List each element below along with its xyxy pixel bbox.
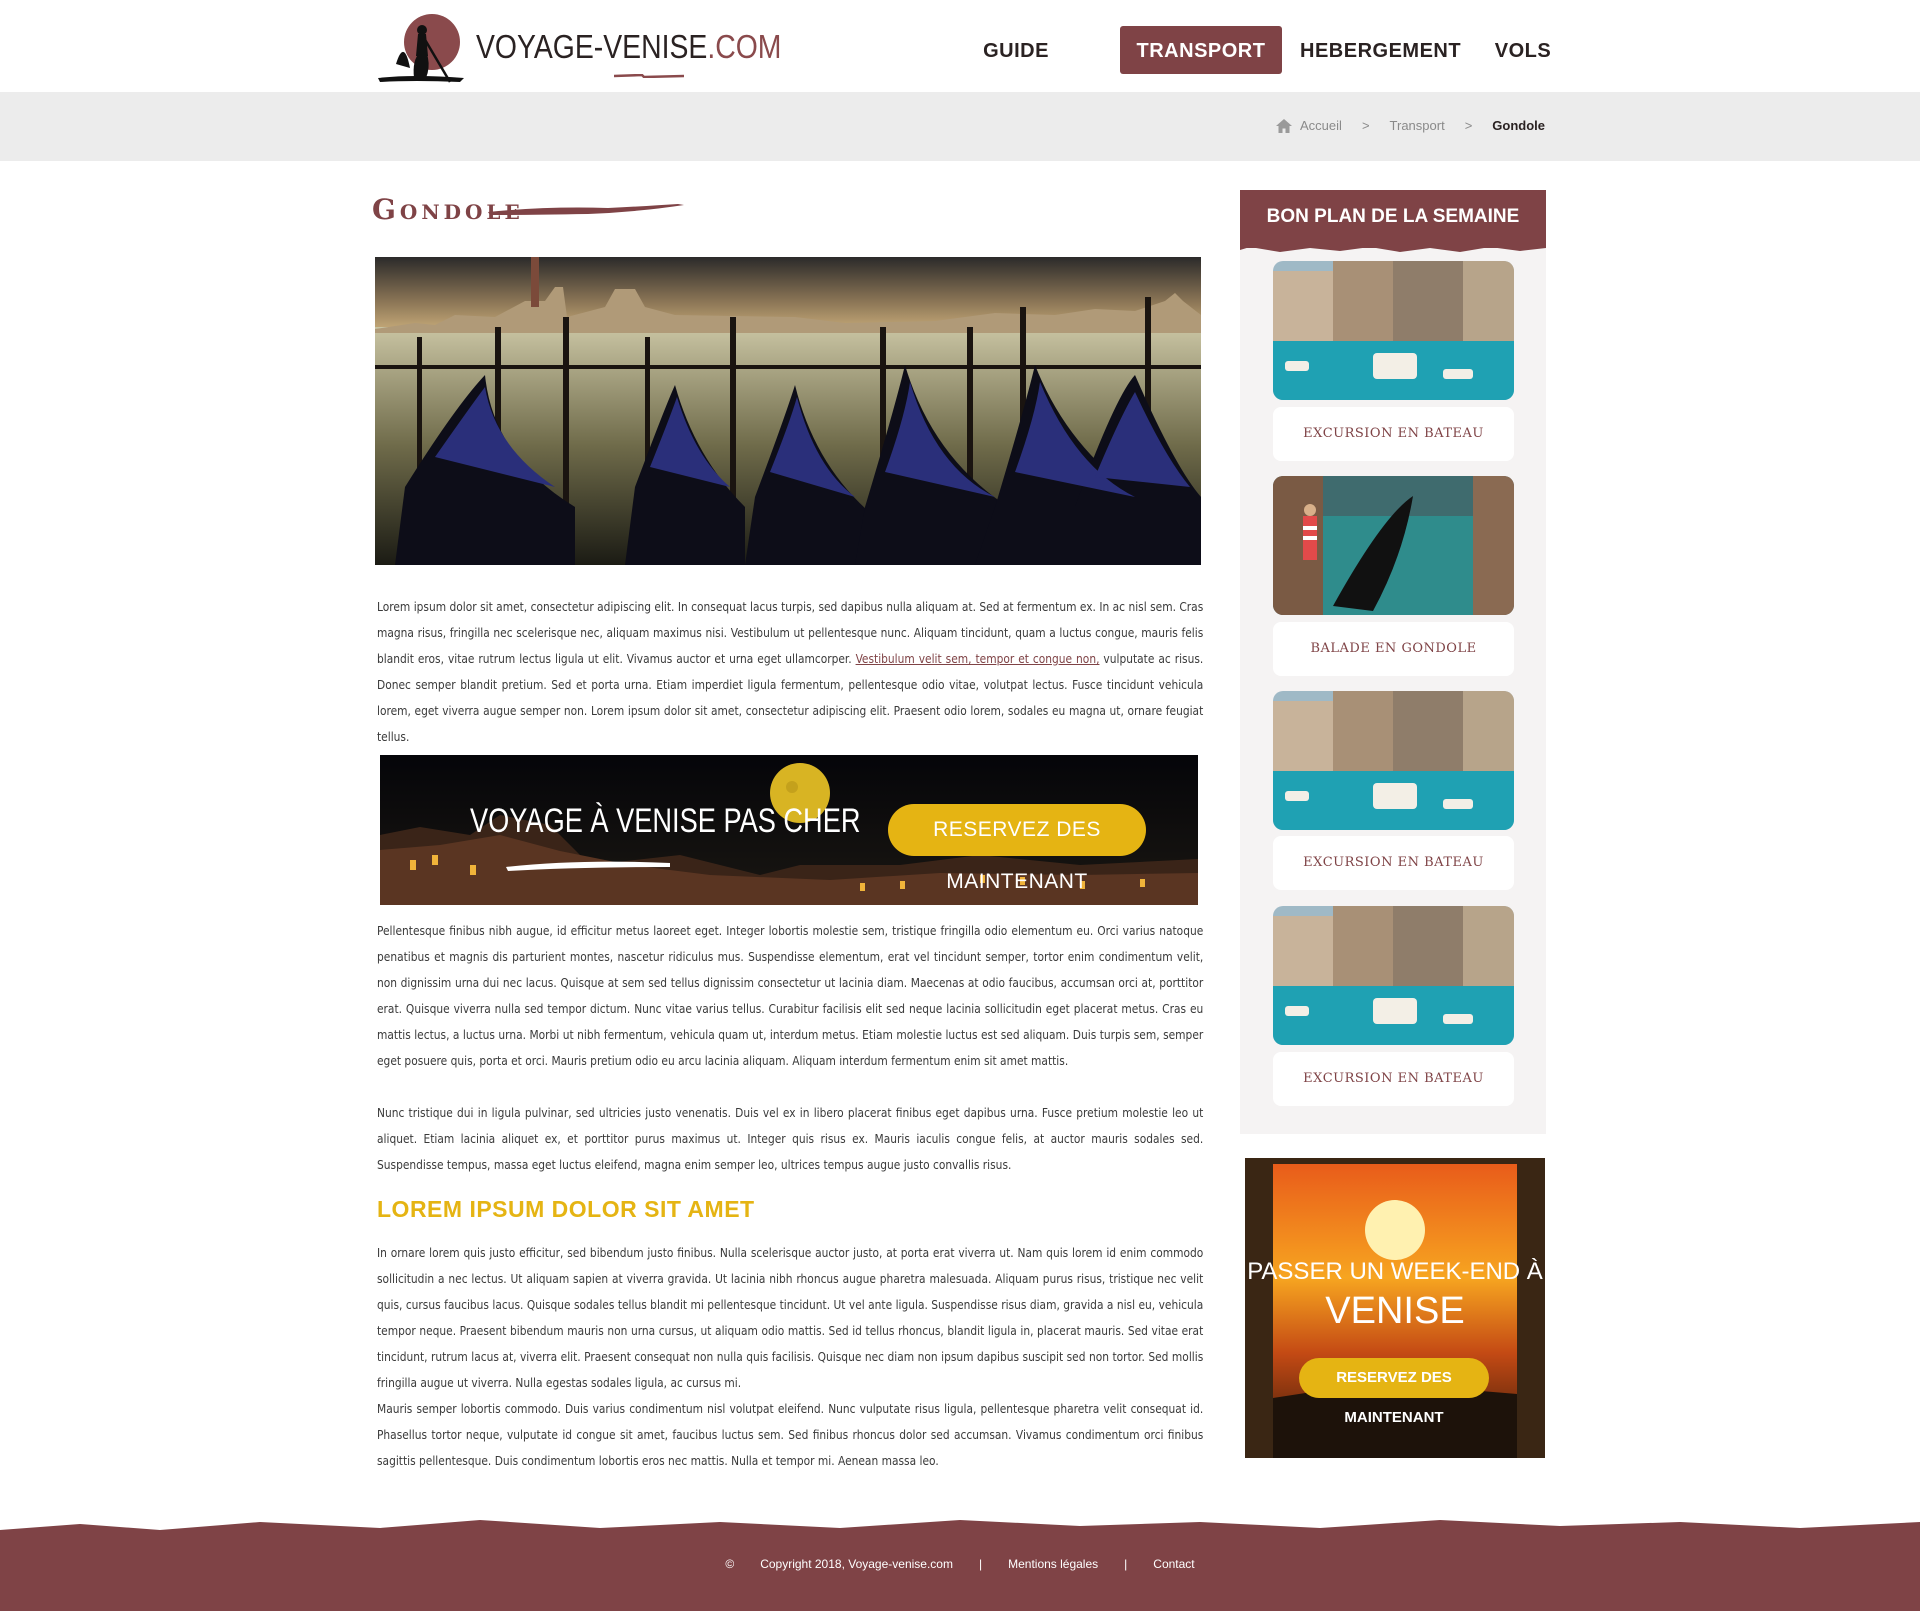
footer-link-contact[interactable]: Contact bbox=[1153, 1557, 1194, 1571]
breadcrumb-separator: > bbox=[1361, 118, 1370, 133]
deal-card-image[interactable] bbox=[1273, 906, 1514, 1045]
deal-card-image[interactable] bbox=[1273, 691, 1514, 830]
hero-image-gondolas bbox=[375, 257, 1201, 565]
deal-card-image[interactable] bbox=[1273, 476, 1514, 615]
deal-card-image[interactable] bbox=[1273, 261, 1514, 400]
breadcrumb: Accueil > Transport > Gondole bbox=[1276, 118, 1545, 133]
copyright-icon: © bbox=[725, 1557, 735, 1571]
home-icon bbox=[1276, 118, 1293, 133]
breadcrumb-home-label: Accueil bbox=[1300, 118, 1342, 133]
copyright-text: Copyright 2018, Voyage-venise.com bbox=[760, 1557, 953, 1571]
footer-separator: | bbox=[1124, 1557, 1128, 1571]
breadcrumb-bar: Accueil > Transport > Gondole bbox=[0, 92, 1920, 161]
footer-links: © Copyright 2018, Voyage-venise.com | Me… bbox=[0, 1557, 1920, 1571]
weekend-line-1: PASSER UN WEEK-END À bbox=[1247, 1258, 1543, 1285]
torn-edge-decoration bbox=[1240, 244, 1546, 252]
inline-link[interactable]: Vestibulum velit sem, tempor et congue n… bbox=[856, 651, 1100, 666]
body-paragraph-3: Nunc tristique dui in ligula pulvinar, s… bbox=[377, 1105, 1204, 1172]
weekend-line-2: VENISE bbox=[1325, 1290, 1465, 1332]
nav-item-transport[interactable]: TRANSPORT bbox=[1120, 26, 1282, 74]
body-paragraph-5: Mauris semper lobortis commodo. Duis var… bbox=[377, 1401, 1204, 1468]
site-header: VOYAGE-VENISE.COM GUIDE TOURISTIQUE TRAN… bbox=[0, 0, 1920, 112]
nav-item-guide-touristique[interactable]: GUIDE TOURISTIQUE bbox=[918, 26, 1114, 112]
sidebar-heading: BON PLAN DE LA SEMAINE bbox=[1240, 190, 1546, 252]
sidebar-heading-label: BON PLAN DE LA SEMAINE bbox=[1266, 206, 1520, 227]
title-brush-stroke bbox=[488, 204, 684, 215]
nav-item-vols[interactable]: VOLS bbox=[1488, 26, 1558, 74]
footer-separator: | bbox=[978, 1557, 983, 1571]
weekend-reserve-button[interactable]: RESERVEZ DES MAINTENANT bbox=[1299, 1358, 1489, 1426]
intro-paragraph: Lorem ipsum dolor sit amet, consectetur … bbox=[377, 594, 1203, 750]
sidebar-deals: BON PLAN DE LA SEMAINE EXCURSION EN BATE… bbox=[1240, 190, 1546, 1134]
breadcrumb-home[interactable]: Accueil bbox=[1276, 118, 1342, 133]
promo-banner[interactable]: VOYAGE À VENISE PAS CHER RESERVEZ DES MA… bbox=[380, 755, 1198, 905]
deal-card-label[interactable]: BALADE EN GONDOLE bbox=[1273, 622, 1514, 676]
promo-title: VOYAGE À VENISE PAS CHER bbox=[470, 802, 861, 840]
nav-item-hebergement[interactable]: HEBERGEMENT bbox=[1300, 26, 1461, 74]
breadcrumb-item-current: Gondole bbox=[1492, 118, 1545, 133]
deal-card-label[interactable]: EXCURSION EN BATEAU bbox=[1273, 407, 1514, 461]
weekend-promo-banner[interactable]: PASSER UN WEEK-END À VENISE RESERVEZ DES… bbox=[1245, 1158, 1545, 1458]
section-heading: LOREM IPSUM DOLOR SIT AMET bbox=[377, 1196, 755, 1222]
main-nav: GUIDE TOURISTIQUE TRANSPORT HEBERGEMENT … bbox=[0, 26, 1920, 112]
footer-link-mentions[interactable]: Mentions légales bbox=[1008, 1557, 1098, 1571]
deal-card-label[interactable]: EXCURSION EN BATEAU bbox=[1273, 1052, 1514, 1106]
deal-card-label[interactable]: EXCURSION EN BATEAU bbox=[1273, 836, 1514, 890]
body-paragraph-2: Pellentesque finibus nibh augue, id effi… bbox=[377, 923, 1204, 1068]
reserve-now-button[interactable]: RESERVEZ DES MAINTENANT bbox=[888, 804, 1146, 893]
body-paragraph-4: In ornare lorem quis justo efficitur, se… bbox=[377, 1245, 1204, 1390]
breadcrumb-separator: > bbox=[1464, 118, 1473, 133]
breadcrumb-item-transport[interactable]: Transport bbox=[1390, 118, 1445, 133]
